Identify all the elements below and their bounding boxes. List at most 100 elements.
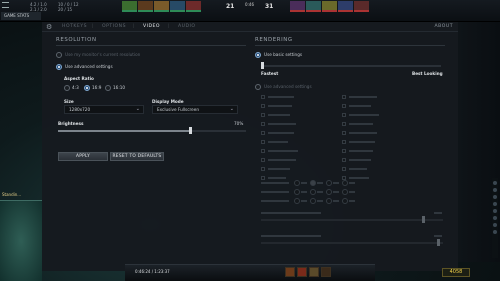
advanced-option-label (349, 105, 371, 107)
fastest-label: Fastest (261, 71, 279, 76)
aspect-16-9-radio[interactable] (84, 85, 90, 91)
quality-slider-knob[interactable] (261, 62, 264, 69)
tab-options[interactable]: OPTIONS (102, 24, 126, 29)
advanced-option-checkbox[interactable] (261, 95, 265, 99)
stat-line: 20 / 15 (58, 7, 73, 12)
use-monitor-resolution-radio[interactable] (56, 52, 62, 58)
tab-hotkeys[interactable]: HOTKEYS (62, 24, 87, 29)
advanced-option-checkbox[interactable] (261, 131, 265, 135)
advanced-option-checkbox[interactable] (261, 140, 265, 144)
hero-portrait[interactable] (154, 1, 169, 12)
quality-radio[interactable] (310, 189, 316, 195)
advanced-option-checkbox[interactable] (342, 140, 346, 144)
tab-about[interactable]: ABOUT (435, 24, 454, 29)
minimap[interactable] (0, 200, 42, 281)
quality-radio[interactable] (326, 198, 332, 204)
hero-portrait[interactable] (170, 1, 185, 12)
brightness-value: 70% (234, 121, 244, 126)
hero-portrait[interactable] (290, 1, 305, 12)
hero-portrait[interactable] (186, 1, 201, 12)
advanced-option-checkbox[interactable] (261, 122, 265, 126)
game-stats-button[interactable]: GAME STATS (1, 12, 41, 20)
brightness-slider-knob[interactable] (188, 127, 192, 134)
quality-radio[interactable] (326, 180, 332, 186)
top-hud: 4.2 / 1.0 2.1 / 2.0 10 / 0 / 12 20 / 15 … (0, 0, 500, 22)
gold-counter: 4058 (442, 268, 470, 277)
dire-hero-portraits (290, 1, 369, 12)
tab-audio[interactable]: AUDIO (178, 24, 196, 29)
hero-portrait[interactable] (322, 1, 337, 12)
rendering-title: RENDERING (255, 37, 293, 43)
quality-radio[interactable] (342, 189, 348, 195)
chevron-down-icon: ⌄ (229, 106, 234, 112)
advanced-option-checkbox[interactable] (342, 149, 346, 153)
quality-radio[interactable] (294, 180, 300, 186)
display-mode-dropdown[interactable]: Exclusive Fullscreen ⌄ (152, 105, 238, 114)
advanced-option-checkbox[interactable] (342, 158, 346, 162)
quality-radio[interactable] (342, 180, 348, 186)
quality-slider-track[interactable] (261, 65, 441, 67)
hero-portrait[interactable] (306, 1, 321, 12)
advanced-slider-track[interactable] (261, 219, 443, 221)
advanced-slider-knob[interactable] (436, 239, 440, 246)
advanced-option-checkbox[interactable] (342, 113, 346, 117)
hero-portrait[interactable] (138, 1, 153, 12)
advanced-option-checkbox[interactable] (261, 176, 265, 180)
advanced-option-checkbox[interactable] (342, 95, 346, 99)
menu-icon[interactable] (2, 2, 9, 8)
advanced-slider-track[interactable] (261, 242, 443, 244)
tab-video[interactable]: VIDEO (143, 24, 160, 29)
ability-icon[interactable] (309, 267, 319, 277)
advanced-option-label (268, 150, 298, 152)
quality-radio-label (301, 191, 307, 193)
size-dropdown[interactable]: 1280x720 ⌄ (64, 105, 144, 114)
quality-radio[interactable] (310, 180, 316, 186)
quality-row-label (261, 200, 289, 202)
advanced-option-checkbox[interactable] (342, 104, 346, 108)
quality-radio[interactable] (294, 189, 300, 195)
reset-to-defaults-button[interactable]: RESET TO DEFAULTS (110, 152, 164, 161)
quality-radio[interactable] (310, 198, 316, 204)
aspect-4-3-radio[interactable] (64, 85, 70, 91)
hero-portrait[interactable] (338, 1, 353, 12)
player-stats: 4.2 / 1.0 2.1 / 2.0 (30, 2, 47, 12)
advanced-option-checkbox[interactable] (342, 131, 346, 135)
quality-radio[interactable] (342, 198, 348, 204)
advanced-slider-label (261, 235, 321, 237)
quality-radio-label (301, 182, 307, 184)
quality-radio-label (317, 182, 323, 184)
advanced-option-label (268, 159, 296, 161)
ability-icon[interactable] (297, 267, 307, 277)
advanced-option-label (268, 177, 286, 179)
use-advanced-resolution-radio[interactable] (56, 64, 62, 70)
aspect-16-10-radio[interactable] (105, 85, 111, 91)
advanced-option-checkbox[interactable] (261, 149, 265, 153)
advanced-slider-value (434, 212, 442, 214)
brightness-slider-fill (58, 130, 190, 132)
hero-portrait[interactable] (354, 1, 369, 12)
replay-control-bar: 0:46:24 / 1:23:37 (125, 264, 375, 281)
advanced-slider-knob[interactable] (421, 216, 425, 223)
advanced-option-checkbox[interactable] (342, 167, 346, 171)
settings-tabbar: ⚙ HOTKEYS | OPTIONS | VIDEO | AUDIO ABOU… (42, 22, 458, 32)
advanced-option-checkbox[interactable] (261, 158, 265, 162)
replay-timer: 0:46:24 / 1:23:37 (135, 269, 170, 274)
advanced-option-label (349, 123, 373, 125)
advanced-option-checkbox[interactable] (261, 113, 265, 117)
ability-icon[interactable] (285, 267, 295, 277)
advanced-option-checkbox[interactable] (261, 167, 265, 171)
use-monitor-resolution-label: Use my monitor's current resolution (65, 52, 141, 57)
hero-portrait[interactable] (122, 1, 137, 12)
advanced-option-checkbox[interactable] (342, 122, 346, 126)
use-basic-settings-radio[interactable] (255, 52, 261, 58)
quality-radio[interactable] (294, 198, 300, 204)
apply-button[interactable]: APPLY (58, 152, 108, 161)
quality-radio[interactable] (326, 189, 332, 195)
radiant-score: 21 (226, 3, 235, 10)
use-advanced-rendering-radio[interactable] (255, 84, 261, 90)
advanced-option-label (268, 123, 296, 125)
advanced-option-label (349, 150, 373, 152)
advanced-option-checkbox[interactable] (261, 104, 265, 108)
aspect-4-3-label: 4:3 (72, 85, 79, 90)
ability-icon[interactable] (321, 267, 331, 277)
